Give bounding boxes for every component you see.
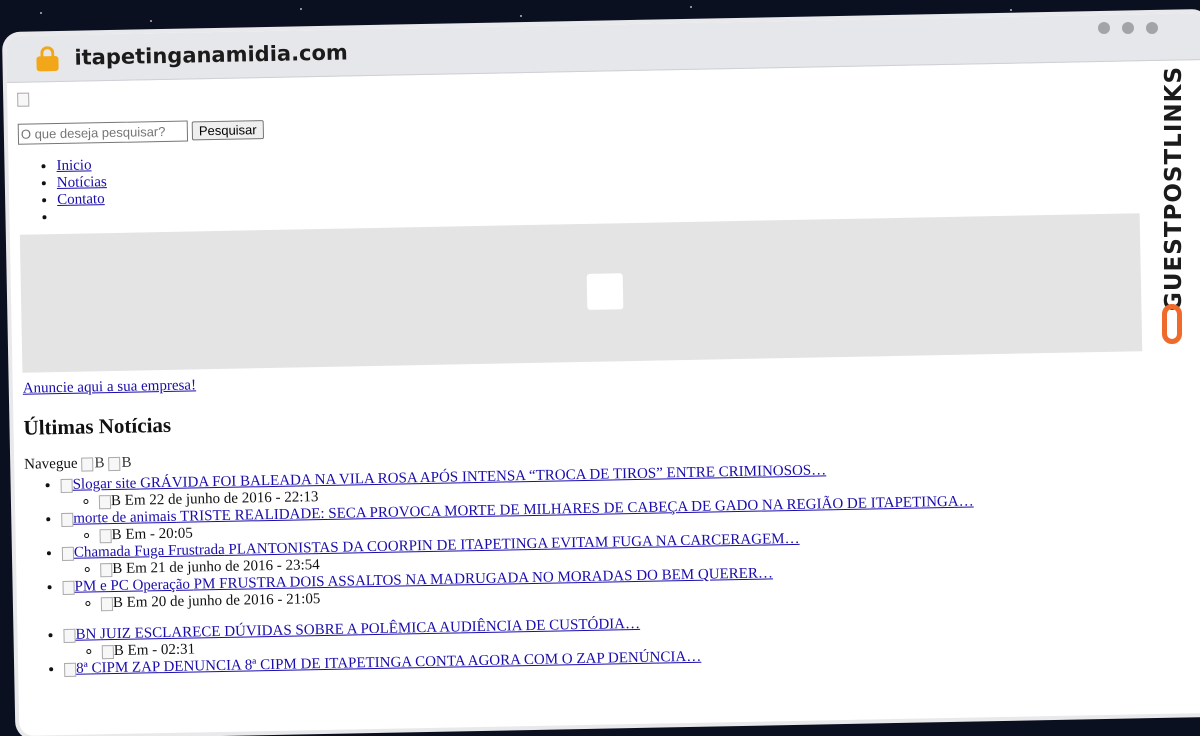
ad-placeholder-icon: [586, 273, 624, 310]
broken-image-icon: [98, 494, 112, 509]
window-dot-icon[interactable]: [1146, 22, 1158, 34]
nav-link-noticias[interactable]: Notícias: [57, 174, 107, 191]
broken-image-icon: [62, 580, 75, 595]
watermark-text: GUESTPOSTLINKS: [1161, 65, 1187, 311]
prev-arrow-image[interactable]: B: [81, 455, 105, 472]
search-button[interactable]: Pesquisar: [191, 120, 264, 141]
window-dot-icon[interactable]: [1122, 22, 1134, 34]
main-nav: Inicio Notícias Contato: [18, 136, 1199, 227]
site-logo[interactable]: [17, 92, 30, 107]
page-content: Pesquisar Inicio Notícias Contato Anunci…: [7, 60, 1200, 679]
nav-link-contato[interactable]: Contato: [57, 191, 105, 208]
broken-image-icon: [60, 478, 73, 493]
nav-link-inicio[interactable]: Inicio: [56, 157, 91, 174]
broken-image-icon: [101, 644, 114, 659]
window-controls: [1098, 22, 1158, 34]
broken-image-icon: [17, 92, 30, 107]
broken-image-icon: [64, 662, 77, 677]
broken-image-icon: [99, 528, 112, 543]
broken-image-icon: [81, 456, 94, 472]
next-arrow-image[interactable]: B: [108, 455, 132, 472]
ad-banner[interactable]: [19, 213, 1143, 373]
broken-image-icon: [61, 546, 75, 561]
broken-image-icon: [100, 562, 113, 577]
broken-image-icon: [63, 628, 76, 643]
search-form: Pesquisar: [17, 101, 1198, 145]
link-chain-icon: [1162, 304, 1182, 344]
lock-icon: [36, 46, 59, 72]
address-bar-url[interactable]: itapetinganamidia.com: [74, 40, 348, 69]
search-input[interactable]: [17, 120, 189, 145]
guestpostlinks-watermark: GUESTPOSTLINKS: [1156, 56, 1192, 356]
broken-image-icon: [100, 596, 114, 611]
news-heading: Últimas Notícias: [23, 412, 172, 440]
news-list: Slogar site GRÁVIDA FOI BALEADA NA VILA …: [24, 455, 1200, 679]
broken-image-icon: [61, 512, 74, 527]
broken-image-icon: [108, 456, 121, 471]
navegue-label: Navegue: [24, 455, 78, 473]
window-dot-icon[interactable]: [1098, 22, 1110, 34]
browser-window: itapetinganamidia.com Pesquisar Inicio N…: [6, 12, 1200, 736]
